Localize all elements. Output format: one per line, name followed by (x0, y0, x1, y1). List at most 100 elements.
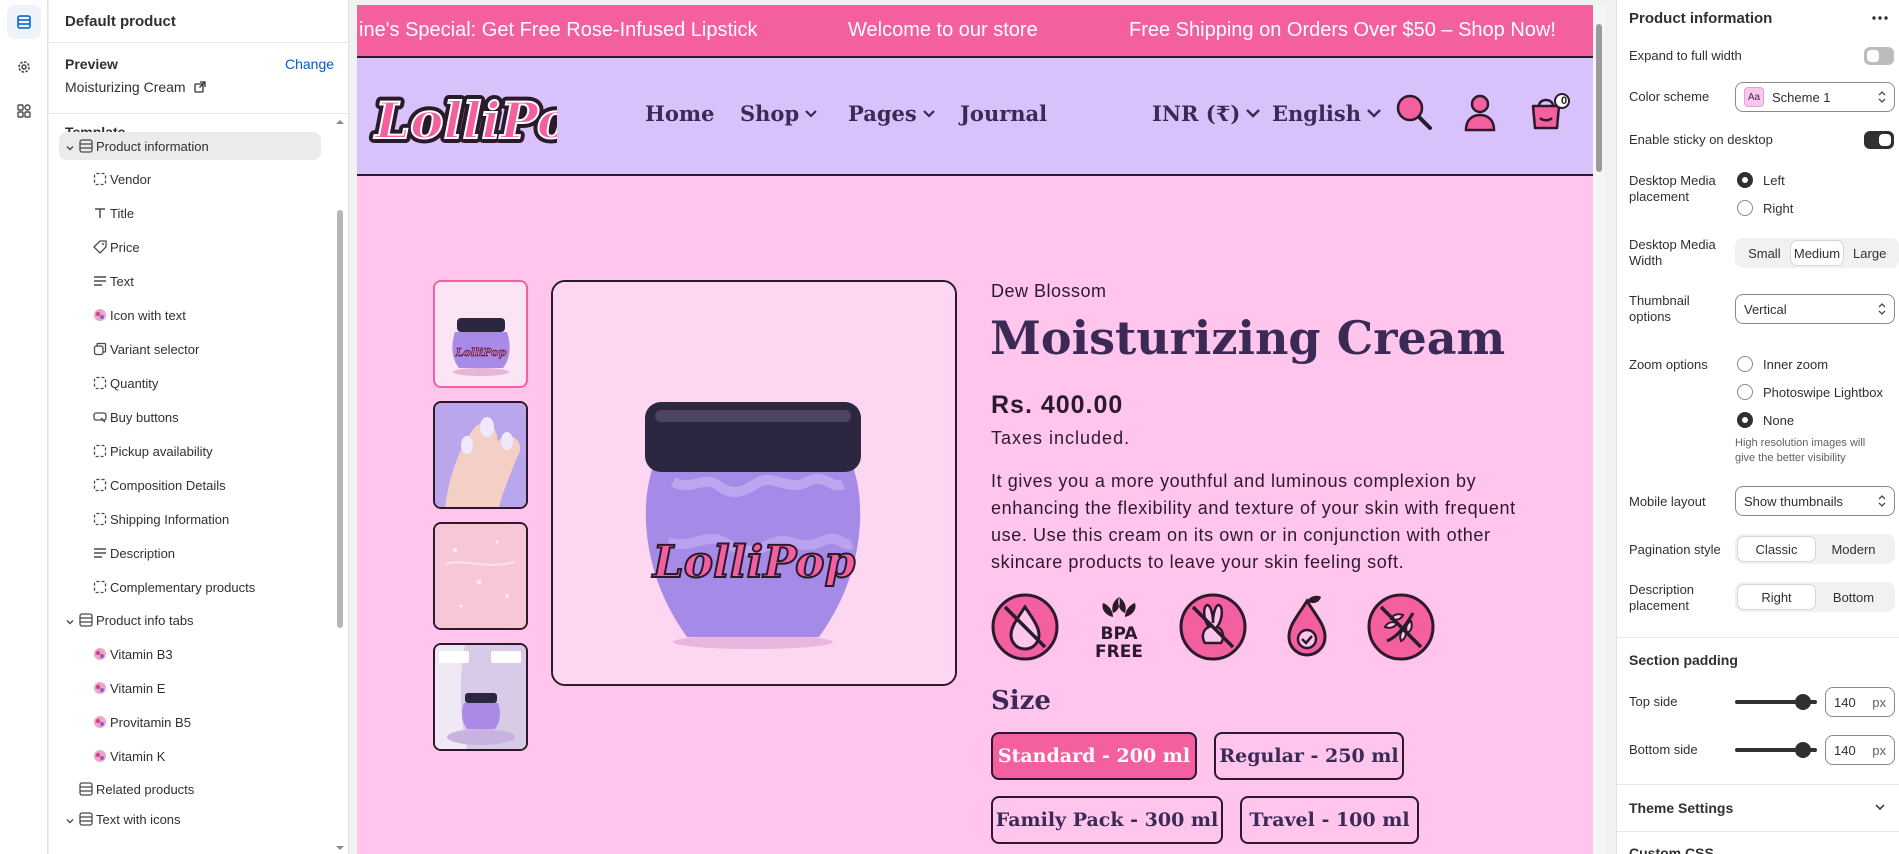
tree-item[interactable]: Vitamin B3 (59, 640, 321, 668)
chevron-down-icon[interactable] (65, 615, 75, 625)
tree-item[interactable]: Related products (59, 775, 321, 803)
nav-home[interactable]: Home (645, 101, 714, 126)
tree-item[interactable]: Product information (59, 132, 321, 160)
tree-item[interactable]: Quantity (59, 369, 321, 397)
currency-selector[interactable]: INR (₹) (1152, 101, 1261, 126)
mobile-layout-select[interactable]: Show thumbnails (1735, 486, 1895, 516)
chevron-down-icon[interactable] (65, 814, 75, 824)
tree-item[interactable]: Composition Details (59, 471, 321, 499)
color-scheme-swatch: Aa (1744, 87, 1764, 107)
product-thumbnail[interactable]: LolliPop (433, 280, 528, 388)
account-icon[interactable] (1460, 92, 1500, 132)
tree-item[interactable]: Variant selector (59, 335, 321, 363)
product-vendor: Dew Blossom (991, 281, 1107, 301)
chevron-down-icon[interactable] (65, 141, 75, 151)
product-thumbnail[interactable] (433, 401, 528, 509)
image-thumbnail-icon (92, 646, 108, 662)
text-lines-icon (92, 545, 108, 561)
zoom-lightbox[interactable]: Photoswipe Lightbox (1737, 384, 1883, 400)
store-logo[interactable]: LolliPop LolliPop (367, 72, 610, 162)
desc-placement-right[interactable]: Right (1738, 585, 1815, 609)
thumbnail-select[interactable]: Vertical (1735, 294, 1895, 324)
top-side-slider[interactable] (1735, 694, 1817, 710)
search-icon[interactable] (1394, 92, 1434, 132)
bottom-side-input[interactable]: 140 px (1825, 735, 1895, 765)
product-thumbnail[interactable] (433, 643, 528, 751)
tree-item-label: Vendor (110, 171, 152, 187)
tree-item-label: Text (110, 273, 134, 289)
change-preview-button[interactable]: Change (285, 56, 334, 72)
thumbnail-label: Thumbnail options (1629, 293, 1690, 324)
color-scheme-select[interactable]: Aa Scheme 1 (1735, 82, 1895, 112)
media-width-medium[interactable]: Medium (1790, 241, 1844, 265)
sticky-toggle[interactable] (1864, 131, 1894, 149)
external-link-icon[interactable] (193, 81, 206, 93)
text-lines-icon (92, 273, 108, 289)
top-side-input[interactable]: 140 px (1825, 687, 1895, 717)
select-arrows-icon (1878, 303, 1886, 315)
tree-item[interactable]: Text (59, 267, 321, 295)
top-side-label: Top side (1629, 694, 1678, 709)
custom-css-heading[interactable]: Custom CSS (1629, 845, 1714, 854)
tree-item[interactable]: Buy buttons (59, 403, 321, 431)
sections-icon[interactable] (7, 5, 41, 39)
theme-editor: Default product Preview Change Moisturiz… (0, 0, 1899, 854)
chevron-down-icon[interactable] (1875, 804, 1885, 811)
tree-item[interactable]: Pickup availability (59, 437, 321, 465)
desc-placement-bottom[interactable]: Bottom (1815, 585, 1892, 609)
slider-handle[interactable] (1795, 742, 1811, 758)
mobile-layout-label: Mobile layout (1629, 494, 1706, 509)
apps-icon[interactable] (7, 94, 41, 128)
media-placement-left[interactable]: Left (1737, 172, 1785, 188)
tree-item[interactable]: Vitamin E (59, 674, 321, 702)
pagination-label: Pagination style (1629, 542, 1721, 557)
size-option-family-pack[interactable]: Family Pack - 300 ml (991, 796, 1223, 844)
tree-item-label: Shipping Information (110, 511, 230, 527)
image-thumbnail-icon (92, 748, 108, 764)
nav-pages[interactable]: Pages (848, 101, 935, 126)
nav-shop[interactable]: Shop (740, 101, 817, 126)
tree-item[interactable]: Provitamin B5 (59, 708, 321, 736)
size-option-travel[interactable]: Travel - 100 ml (1240, 796, 1419, 844)
bottom-side-slider[interactable] (1735, 742, 1817, 758)
preview-value[interactable]: Moisturizing Cream (65, 79, 206, 95)
tree-item[interactable]: Price (59, 233, 321, 261)
preview-scrollbar[interactable] (1596, 24, 1602, 172)
product-thumbnail[interactable] (433, 522, 528, 630)
product-main-image[interactable]: LolliPop (551, 280, 957, 686)
leaf-drop-icon (1287, 595, 1327, 657)
svg-text:LolliPop: LolliPop (373, 91, 557, 150)
expand-toggle[interactable] (1864, 47, 1894, 65)
tree-item[interactable]: Shipping Information (59, 505, 321, 533)
tree-item-label: Product info tabs (96, 612, 194, 628)
more-options-icon[interactable] (1872, 16, 1888, 20)
tree-item[interactable]: Text with icons (59, 805, 321, 833)
tree-item[interactable]: Icon with text (59, 301, 321, 329)
scroll-down-icon[interactable] (335, 844, 345, 852)
size-option-regular[interactable]: Regular - 250 ml (1214, 732, 1404, 780)
pagination-modern[interactable]: Modern (1815, 537, 1892, 561)
media-placement-right[interactable]: Right (1737, 200, 1793, 216)
media-width-small[interactable]: Small (1738, 241, 1791, 265)
tree-item[interactable]: Title (59, 199, 321, 227)
announcement-text-1: ine's Special: Get Free Rose-Infused Lip… (359, 19, 758, 41)
size-option-standard[interactable]: Standard - 200 ml (991, 732, 1197, 780)
zoom-none[interactable]: None (1737, 412, 1794, 428)
tree-item[interactable]: Vitamin K (59, 742, 321, 770)
tree-item[interactable]: Vendor (59, 165, 321, 193)
size-heading: Size (991, 686, 1051, 716)
tree-item[interactable]: Product info tabs (59, 606, 321, 634)
gear-icon[interactable] (7, 50, 41, 84)
tree-item[interactable]: Complementary products (59, 573, 321, 601)
panel-scrollbar[interactable] (337, 210, 343, 628)
theme-settings-heading[interactable]: Theme Settings (1629, 800, 1733, 816)
slider-handle[interactable] (1795, 694, 1811, 710)
nav-journal[interactable]: Journal (960, 101, 1047, 126)
tree-item[interactable]: Description (59, 539, 321, 567)
scroll-up-icon[interactable] (335, 118, 345, 126)
language-selector[interactable]: English (1272, 101, 1381, 126)
media-width-large[interactable]: Large (1843, 241, 1896, 265)
divider (49, 42, 348, 43)
pagination-classic[interactable]: Classic (1738, 537, 1815, 561)
zoom-inner[interactable]: Inner zoom (1737, 356, 1828, 372)
